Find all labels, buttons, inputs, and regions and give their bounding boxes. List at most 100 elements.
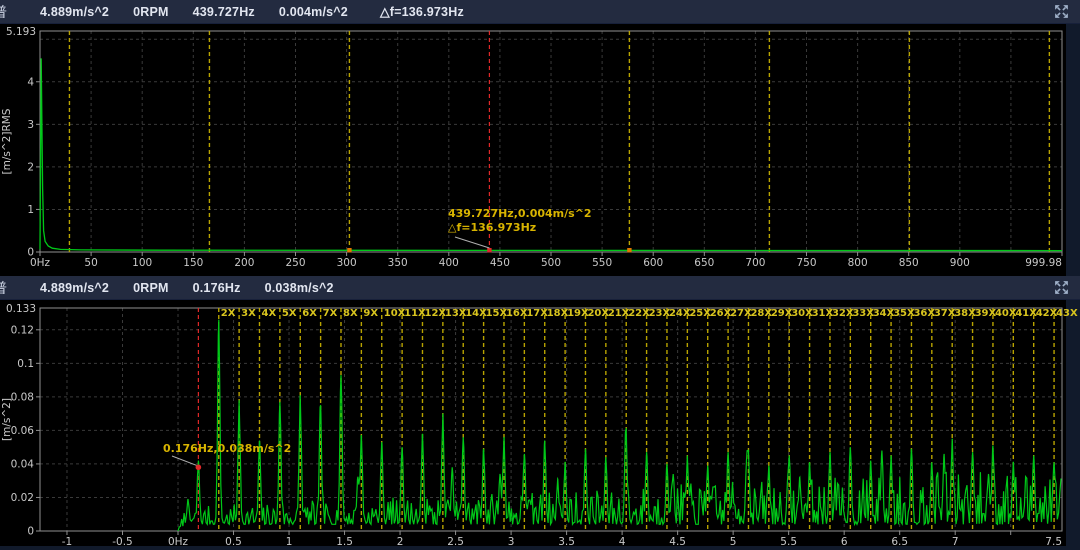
svg-text:41X: 41X bbox=[1015, 308, 1037, 319]
svg-text:19X: 19X bbox=[567, 308, 589, 319]
svg-text:0.133: 0.133 bbox=[6, 303, 36, 315]
svg-text:1: 1 bbox=[286, 536, 293, 548]
svg-text:9X: 9X bbox=[363, 308, 378, 319]
expand-icon bbox=[1053, 3, 1070, 20]
svg-text:13X: 13X bbox=[445, 308, 467, 319]
svg-text:28X: 28X bbox=[750, 308, 772, 319]
svg-text:50: 50 bbox=[84, 257, 97, 269]
svg-text:439.727Hz,0.004m/s^2: 439.727Hz,0.004m/s^2 bbox=[448, 207, 592, 220]
svg-text:32X: 32X bbox=[832, 308, 854, 319]
svg-text:6: 6 bbox=[841, 536, 848, 548]
readout-cursor-amplitude: 0.004m/s^2 bbox=[279, 5, 348, 19]
svg-text:34X: 34X bbox=[873, 308, 895, 319]
svg-text:15X: 15X bbox=[486, 308, 508, 319]
svg-text:0.02: 0.02 bbox=[11, 492, 34, 504]
svg-text:39X: 39X bbox=[975, 308, 997, 319]
svg-text:6.5: 6.5 bbox=[891, 536, 908, 548]
svg-text:300: 300 bbox=[337, 257, 357, 269]
svg-text:0: 0 bbox=[27, 247, 34, 259]
svg-text:7.5: 7.5 bbox=[1045, 536, 1062, 548]
svg-text:5.5: 5.5 bbox=[780, 536, 797, 548]
svg-text:5: 5 bbox=[730, 536, 737, 548]
cursor-marker bbox=[196, 464, 202, 470]
svg-text:900: 900 bbox=[950, 257, 970, 269]
svg-text:400: 400 bbox=[439, 257, 459, 269]
svg-text:38X: 38X bbox=[954, 308, 976, 319]
svg-text:0: 0 bbox=[27, 526, 34, 538]
svg-text:3: 3 bbox=[508, 536, 515, 548]
spectrum-type-icon: 普 bbox=[0, 278, 12, 298]
svg-text:450: 450 bbox=[490, 257, 510, 269]
svg-text:[m/s^2]RMS: [m/s^2]RMS bbox=[1, 108, 13, 174]
svg-text:7: 7 bbox=[952, 536, 959, 548]
svg-text:43X: 43X bbox=[1056, 308, 1078, 319]
spectrum-type-icon: 普 bbox=[0, 2, 12, 22]
svg-text:[m/s^2]: [m/s^2] bbox=[1, 398, 13, 441]
readout-overall-rms: 4.889m/s^2 bbox=[40, 5, 109, 19]
vibration-analyzer-app: 普 4.889m/s^2 0RPM 439.727Hz 0.004m/s^2 △… bbox=[0, 0, 1080, 550]
svg-text:2: 2 bbox=[27, 161, 34, 173]
svg-text:3X: 3X bbox=[241, 308, 256, 319]
svg-text:18X: 18X bbox=[547, 308, 569, 319]
expand-icon bbox=[1053, 279, 1070, 296]
svg-text:-1: -1 bbox=[62, 536, 72, 548]
svg-text:650: 650 bbox=[694, 257, 714, 269]
svg-text:500: 500 bbox=[541, 257, 561, 269]
readout-rpm: 0RPM bbox=[133, 5, 169, 19]
svg-text:150: 150 bbox=[183, 257, 203, 269]
svg-text:2.5: 2.5 bbox=[447, 536, 464, 548]
svg-text:0Hz: 0Hz bbox=[168, 536, 189, 548]
readout-cursor-amplitude: 0.038m/s^2 bbox=[265, 281, 334, 295]
svg-text:7X: 7X bbox=[323, 308, 338, 319]
svg-text:100: 100 bbox=[132, 257, 152, 269]
svg-text:2X: 2X bbox=[221, 308, 236, 319]
expand-button-top[interactable] bbox=[1050, 3, 1072, 21]
svg-text:600: 600 bbox=[643, 257, 663, 269]
svg-text:850: 850 bbox=[899, 257, 919, 269]
svg-text:800: 800 bbox=[848, 257, 868, 269]
chart-canvas[interactable]: 0Hz5010015020025030035040045050055060065… bbox=[0, 24, 1080, 276]
top-panel-header: 普 4.889m/s^2 0RPM 439.727Hz 0.004m/s^2 △… bbox=[0, 0, 1080, 24]
svg-text:35X: 35X bbox=[893, 308, 915, 319]
svg-text:750: 750 bbox=[796, 257, 816, 269]
svg-text:350: 350 bbox=[388, 257, 408, 269]
expand-button-bottom[interactable] bbox=[1050, 279, 1072, 297]
svg-text:999.98: 999.98 bbox=[1025, 257, 1062, 269]
svg-text:550: 550 bbox=[592, 257, 612, 269]
readout-rpm: 0RPM bbox=[133, 281, 169, 295]
spectrum-chart-full[interactable]: 0Hz5010015020025030035040045050055060065… bbox=[0, 24, 1080, 276]
svg-text:4.5: 4.5 bbox=[669, 536, 686, 548]
svg-text:31X: 31X bbox=[812, 308, 834, 319]
readout-overall-rms: 4.889m/s^2 bbox=[40, 281, 109, 295]
svg-text:0.5: 0.5 bbox=[225, 536, 242, 548]
svg-text:23X: 23X bbox=[649, 308, 671, 319]
svg-text:11X: 11X bbox=[404, 308, 426, 319]
readout-cursor-frequency: 439.727Hz bbox=[193, 5, 255, 19]
harmonic-labels: 2X3X4X5X6X7X8X9X10X11X12X13X14X15X16X17X… bbox=[221, 308, 1078, 319]
svg-text:2: 2 bbox=[397, 536, 404, 548]
svg-text:3.5: 3.5 bbox=[558, 536, 575, 548]
svg-text:33X: 33X bbox=[852, 308, 874, 319]
svg-text:24X: 24X bbox=[669, 308, 691, 319]
svg-text:17X: 17X bbox=[526, 308, 548, 319]
svg-text:16X: 16X bbox=[506, 308, 528, 319]
svg-text:25X: 25X bbox=[689, 308, 711, 319]
svg-text:700: 700 bbox=[745, 257, 765, 269]
svg-text:-0.5: -0.5 bbox=[112, 536, 133, 548]
svg-text:0.08: 0.08 bbox=[11, 391, 34, 403]
svg-text:5X: 5X bbox=[282, 308, 297, 319]
svg-text:0.176Hz,0.038m/s^2: 0.176Hz,0.038m/s^2 bbox=[163, 442, 291, 455]
svg-text:△f=136.973Hz: △f=136.973Hz bbox=[448, 221, 536, 234]
spectrum-chart-harmonics[interactable]: -1-0.50Hz0.511.522.533.544.555.566.577.5… bbox=[0, 300, 1080, 550]
svg-text:26X: 26X bbox=[710, 308, 732, 319]
svg-text:1: 1 bbox=[27, 204, 34, 216]
svg-text:22X: 22X bbox=[628, 308, 650, 319]
chart-canvas[interactable]: -1-0.50Hz0.511.522.533.544.555.566.577.5… bbox=[0, 300, 1080, 550]
svg-text:0.12: 0.12 bbox=[11, 324, 34, 336]
svg-text:0.04: 0.04 bbox=[11, 458, 35, 470]
svg-text:1.5: 1.5 bbox=[336, 536, 353, 548]
svg-text:0Hz: 0Hz bbox=[30, 257, 51, 269]
svg-text:27X: 27X bbox=[730, 308, 752, 319]
bottom-panel-header: 普 4.889m/s^2 0RPM 0.176Hz 0.038m/s^2 bbox=[0, 276, 1080, 300]
svg-text:6X: 6X bbox=[302, 308, 317, 319]
